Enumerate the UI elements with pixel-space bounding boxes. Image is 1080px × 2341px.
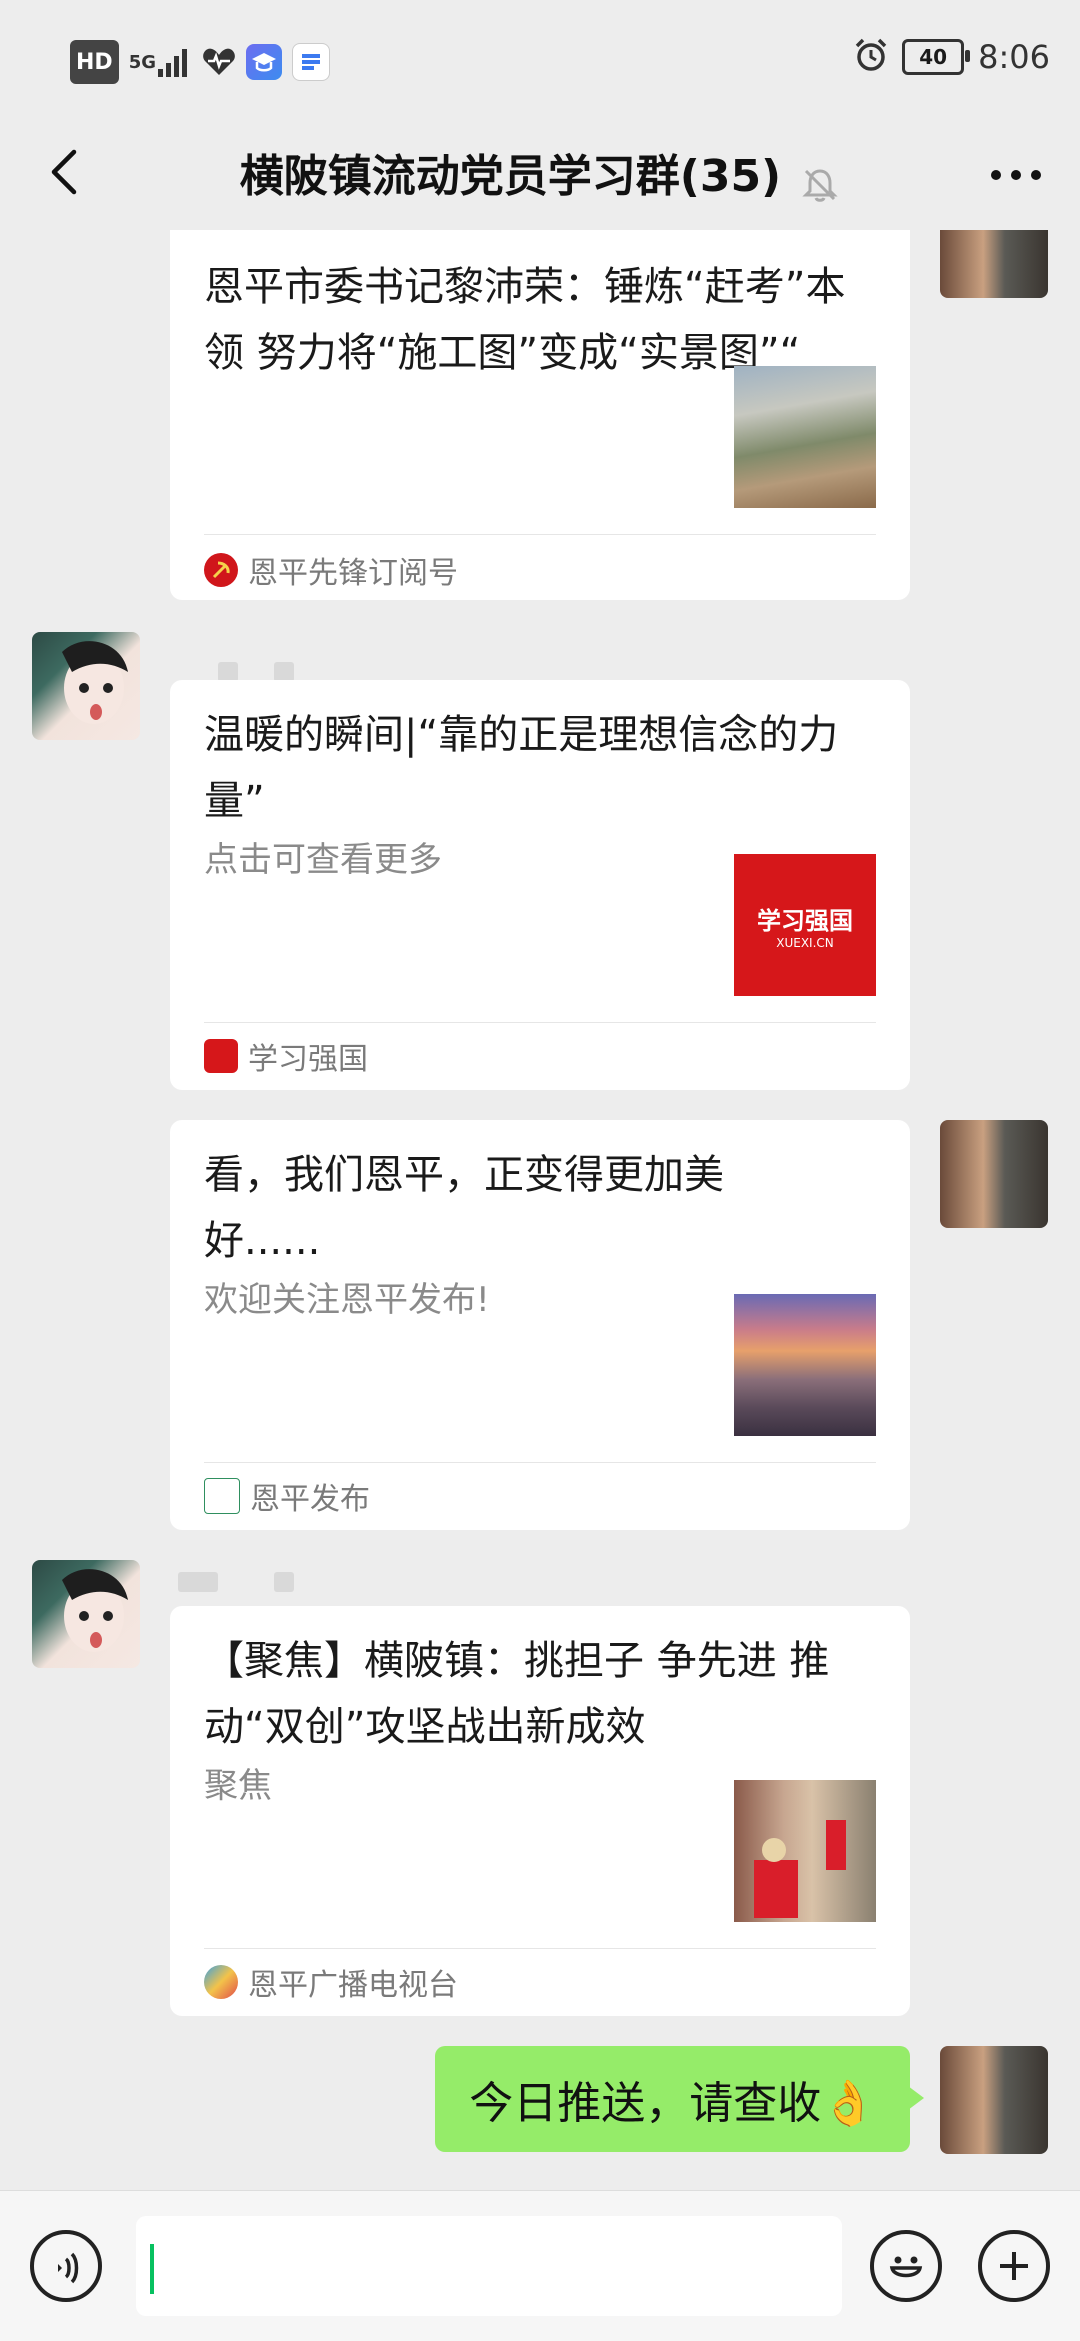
party-emblem-icon xyxy=(204,553,238,587)
voice-button[interactable] xyxy=(30,2230,102,2302)
article-thumbnail xyxy=(734,1780,876,1922)
study-app-icon xyxy=(246,44,282,80)
enping-release-logo-icon xyxy=(204,1478,240,1514)
plus-icon xyxy=(1000,2252,1028,2280)
voice-wave-icon xyxy=(58,2252,79,2284)
source-name: 恩平广播电视台 xyxy=(248,1968,458,2003)
article-title: 温暖的瞬间|“靠的正是理想信念的力量” xyxy=(204,712,839,824)
article-thumbnail xyxy=(734,366,876,508)
message-list[interactable]: 恩平市委书记黎沛荣：锤炼“赶考”本领 努力将“施工图”变成“实景图”“ 恩平先锋… xyxy=(0,230,1080,2190)
alarm-icon xyxy=(854,38,888,76)
thumbnail-logo-subtext: XUEXI.CN xyxy=(776,935,834,950)
broadcast-logo-icon xyxy=(204,1965,238,1999)
smiley-icon xyxy=(889,2256,923,2278)
network-label: 5G xyxy=(128,51,156,73)
article-description: 点击可查看更多 xyxy=(204,840,442,880)
card-divider xyxy=(204,1022,876,1023)
status-bar: HD 5G 40 8:06 xyxy=(0,0,1080,120)
article-card[interactable]: 温暖的瞬间|“靠的正是理想信念的力量” 点击可查看更多 学习强国 XUEXI.C… xyxy=(170,680,910,1090)
article-source: 恩平广播电视台 xyxy=(204,1960,458,2004)
battery-indicator: 40 xyxy=(902,39,971,75)
source-name: 学习强国 xyxy=(248,1042,368,1077)
health-icon xyxy=(202,42,236,82)
my-avatar[interactable] xyxy=(940,2046,1048,2154)
article-thumbnail: 学习强国 XUEXI.CN xyxy=(734,854,876,996)
sender-avatar[interactable] xyxy=(32,1560,140,1668)
outgoing-text-bubble[interactable]: 今日推送，请查收👌 xyxy=(435,2046,924,2152)
sender-name-redacted xyxy=(178,1572,294,1592)
article-thumbnail xyxy=(734,1294,876,1436)
mute-bell-icon xyxy=(800,165,840,209)
article-source: 学习强国 xyxy=(204,1034,368,1078)
card-divider xyxy=(204,1948,876,1949)
xuexi-logo-icon xyxy=(204,1039,238,1073)
article-title: 【聚焦】横陂镇：挑担子 争先进 推动“双创”攻坚战出新成效 xyxy=(204,1638,830,1750)
article-description: 欢迎关注恩平发布! xyxy=(204,1280,490,1320)
article-card[interactable]: 恩平市委书记黎沛荣：锤炼“赶考”本领 努力将“施工图”变成“实景图”“ 恩平先锋… xyxy=(170,230,910,600)
input-toolbar xyxy=(0,2190,1080,2341)
calendar-app-icon xyxy=(292,43,330,81)
signal-icon: 5G xyxy=(129,42,192,82)
more-options-button[interactable] xyxy=(986,150,1046,200)
thumbnail-logo-text: 学习强国 xyxy=(757,906,853,935)
article-description: 聚焦 xyxy=(204,1766,272,1806)
article-card[interactable]: 【聚焦】横陂镇：挑担子 争先进 推动“双创”攻坚战出新成效 聚焦 恩平广播电视台 xyxy=(170,1606,910,2016)
article-card[interactable]: 看，我们恩平，正变得更加美好...... 欢迎关注恩平发布! 恩平发布 xyxy=(170,1120,910,1530)
source-name: 恩平先锋订阅号 xyxy=(248,556,458,591)
my-avatar[interactable] xyxy=(940,230,1048,298)
message-input[interactable] xyxy=(136,2216,842,2316)
card-divider xyxy=(204,1462,876,1463)
sender-avatar[interactable] xyxy=(32,632,140,740)
emoji-button[interactable] xyxy=(870,2230,942,2302)
hd-indicator: HD xyxy=(70,40,119,84)
chat-title: 横陂镇流动党员学习群(35) xyxy=(239,151,782,202)
more-dots-icon xyxy=(991,170,1041,180)
more-actions-button[interactable] xyxy=(978,2230,1050,2302)
card-divider xyxy=(204,534,876,535)
my-avatar[interactable] xyxy=(940,1120,1048,1228)
article-source: 恩平发布 xyxy=(204,1474,370,1518)
sender-name-redacted xyxy=(218,662,294,682)
article-title: 看，我们恩平，正变得更加美好...... xyxy=(204,1152,724,1264)
chat-header: 横陂镇流动党员学习群(35) xyxy=(0,120,1080,230)
source-name: 恩平发布 xyxy=(250,1482,370,1517)
text-cursor xyxy=(150,2244,154,2294)
clock: 8:06 xyxy=(978,38,1050,76)
article-source: 恩平先锋订阅号 xyxy=(204,548,458,592)
